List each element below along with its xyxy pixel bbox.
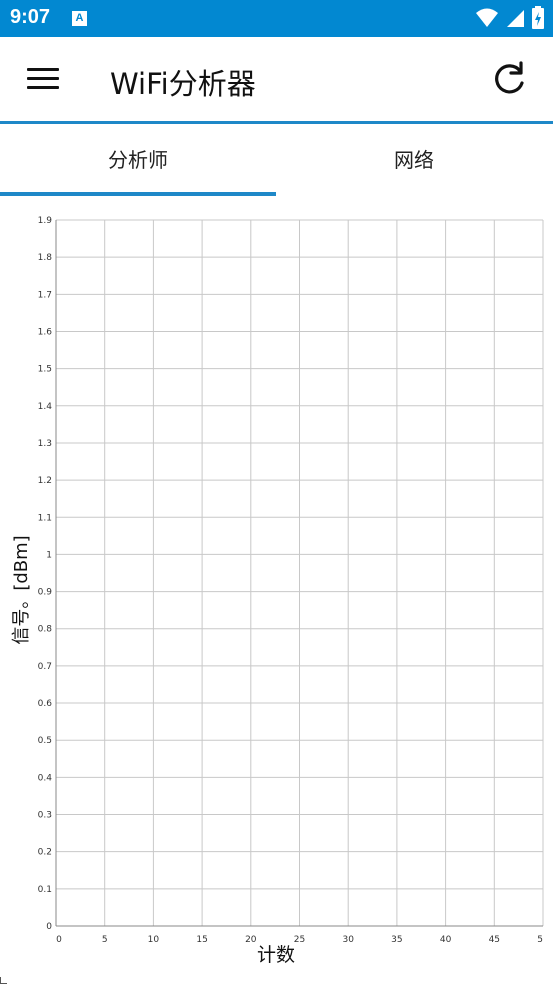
- y-axis-ticks: 0 0.1 0.2 0.3 0.4 0.5 0.6 0.7 0.8 0.9 1 1.1 1.2 1.3 1.…: [38, 216, 53, 932]
- y-axis-label: 信号。[dBm]: [11, 535, 32, 645]
- wifi-signal-icon: [476, 8, 498, 27]
- y-tick-label: 1.4: [38, 402, 53, 412]
- status-time: 9:07: [10, 6, 51, 28]
- x-tick-label: 5: [537, 935, 543, 945]
- y-tick-label: 0.3: [38, 811, 52, 821]
- y-tick-label: 0.7: [38, 662, 52, 672]
- y-tick-label: 0.8: [38, 625, 53, 635]
- y-tick-label: 0: [46, 922, 52, 932]
- status-icons: [475, 6, 545, 30]
- status-bar: 9:07 A: [0, 0, 553, 37]
- x-tick-label: 5: [102, 935, 108, 945]
- y-tick-label: 1.1: [38, 513, 52, 523]
- battery-charging-icon: [532, 6, 544, 29]
- app-bar: WiFi分析器: [0, 37, 553, 124]
- x-tick-label: 35: [391, 935, 402, 945]
- app-notification-icon: A: [72, 11, 87, 26]
- y-tick-label: 1.2: [38, 476, 52, 486]
- y-tick-label: 0.6: [38, 699, 53, 709]
- y-tick-label: 1.3: [38, 439, 52, 449]
- x-tick-label: 10: [148, 935, 160, 945]
- y-tick-label: 0.5: [38, 736, 52, 746]
- x-tick-label: 25: [294, 935, 305, 945]
- chart-grid: [55, 219, 544, 927]
- x-tick-label: 20: [245, 935, 257, 945]
- x-tick-label: 30: [342, 935, 354, 945]
- y-tick-label: 1.7: [38, 290, 52, 300]
- tab-bar: 分析师 网络: [0, 124, 553, 197]
- x-tick-label: 45: [489, 935, 500, 945]
- refresh-icon[interactable]: [490, 61, 528, 99]
- cell-signal-icon: [507, 10, 524, 27]
- y-tick-label: 0.4: [38, 773, 53, 783]
- x-tick-label: 15: [196, 935, 207, 945]
- y-tick-label: 1.6: [38, 327, 53, 337]
- tab-analyst[interactable]: 分析师: [0, 124, 276, 197]
- x-axis-label: 计数: [256, 944, 296, 966]
- tab-network[interactable]: 网络: [276, 124, 552, 197]
- y-tick-label: 0.9: [38, 588, 53, 598]
- y-tick-label: 0.1: [38, 885, 52, 895]
- y-tick-label: 1: [46, 550, 52, 560]
- menu-icon[interactable]: [27, 68, 59, 90]
- y-tick-label: 1.8: [38, 253, 53, 263]
- app-title: WiFi分析器: [110, 67, 256, 101]
- x-tick-label: 40: [440, 935, 452, 945]
- y-tick-label: 0.2: [38, 848, 52, 858]
- y-tick-label: 1.5: [38, 365, 52, 375]
- y-tick-label: 1.9: [38, 216, 53, 226]
- x-axis-ticks: 0 5 10 15 20 25 30 35 40 45 5: [56, 935, 543, 945]
- tab-indicator: [0, 192, 276, 196]
- x-tick-label: 0: [56, 935, 62, 945]
